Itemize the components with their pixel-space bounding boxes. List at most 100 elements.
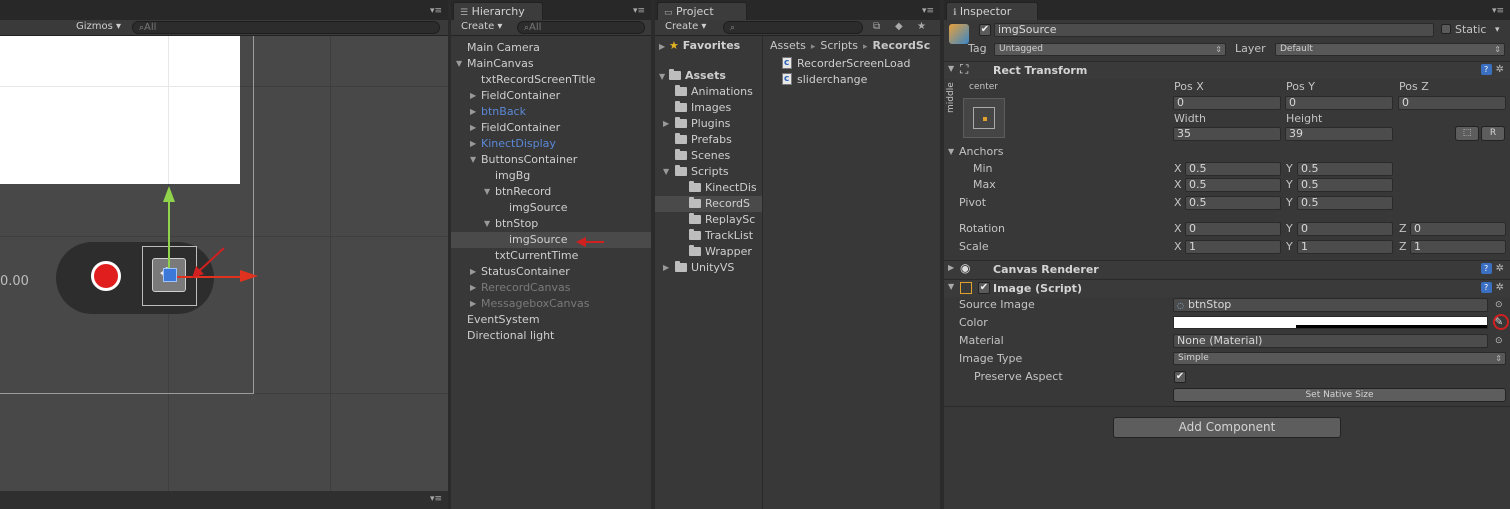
raw-edit-button[interactable]: R <box>1481 126 1505 141</box>
collapse-arrow-icon[interactable]: ▼ <box>484 184 490 200</box>
scale-y-field[interactable]: 1 <box>1297 240 1393 254</box>
height-field[interactable]: 39 <box>1285 127 1393 141</box>
hierarchy-item[interactable]: imgBg <box>451 168 651 184</box>
help-icon[interactable]: ? <box>1480 64 1492 75</box>
tab-inspector[interactable]: ℹ Inspector <box>946 2 1038 20</box>
hierarchy-item[interactable]: ▶ FieldContainer <box>451 120 651 136</box>
hierarchy-item[interactable]: ▼ btnRecord <box>451 184 651 200</box>
project-create-dropdown[interactable]: Create ▾ <box>665 21 706 32</box>
image-enabled-checkbox[interactable]: ✔ <box>978 282 990 294</box>
collapse-arrow-icon[interactable]: ▼ <box>470 152 476 168</box>
collapse-arrow-icon[interactable]: ▼ <box>663 164 669 180</box>
folder-item[interactable]: Animations <box>655 84 762 100</box>
help-icon[interactable]: ? <box>1480 282 1492 293</box>
gear-icon[interactable]: ✲ <box>1496 263 1504 274</box>
hierarchy-item[interactable]: ▶ btnBack <box>451 104 651 120</box>
help-icon[interactable]: ? <box>1480 263 1492 274</box>
hierarchy-item[interactable]: ▶ MessageboxCanvas <box>451 296 651 312</box>
hierarchy-item[interactable]: EventSystem <box>451 312 651 328</box>
pivot-y-field[interactable]: 0.5 <box>1297 196 1393 210</box>
anchor-min-y-field[interactable]: 0.5 <box>1297 162 1393 176</box>
file-item[interactable]: RecorderScreenLoad <box>782 55 911 72</box>
hierarchy-item[interactable]: ▼ ButtonsContainer <box>451 152 651 168</box>
canvas-renderer-header[interactable]: ▶ ◉ Canvas Renderer ? ✲ <box>944 260 1510 278</box>
source-image-field[interactable]: ◌ btnStop <box>1173 298 1488 312</box>
gizmo-y-arrow-icon[interactable] <box>163 186 175 202</box>
anchor-presets-button[interactable] <box>963 98 1005 138</box>
breadcrumb-item[interactable]: RecordSc <box>873 39 931 52</box>
scale-z-field[interactable]: 1 <box>1410 240 1506 254</box>
hierarchy-item[interactable]: imgSource <box>451 232 651 248</box>
hierarchy-item[interactable]: ▶ RerecordCanvas <box>451 280 651 296</box>
scene-viewport[interactable]: ✥ 0.00 <box>0 36 448 491</box>
expand-arrow-icon[interactable]: ▶ <box>663 116 669 132</box>
object-name-field[interactable]: imgSource <box>994 23 1434 37</box>
hierarchy-item[interactable]: txtRecordScreenTitle <box>451 72 651 88</box>
gear-icon[interactable]: ✲ <box>1496 64 1504 75</box>
object-picker-icon[interactable]: ⊙ <box>1495 334 1503 348</box>
hierarchy-item[interactable]: ▼ MainCanvas <box>451 56 651 72</box>
rotation-y-field[interactable]: 0 <box>1297 222 1393 236</box>
assets-row[interactable]: ▼ Assets <box>655 68 762 84</box>
object-picker-icon[interactable]: ⊙ <box>1495 298 1503 312</box>
hierarchy-create-dropdown[interactable]: Create ▾ <box>461 21 502 32</box>
breadcrumb-item[interactable]: Assets <box>770 39 806 52</box>
active-checkbox[interactable]: ✔ <box>979 24 991 36</box>
folder-item[interactable]: KinectDis <box>655 180 762 196</box>
add-component-button[interactable]: Add Component <box>1113 417 1341 438</box>
anchor-max-y-field[interactable]: 0.5 <box>1297 178 1393 192</box>
gizmos-dropdown[interactable]: Gizmos ▾ <box>76 21 121 32</box>
hierarchy-item[interactable]: ▶ StatusContainer <box>451 264 651 280</box>
gear-icon[interactable]: ✲ <box>1496 282 1504 293</box>
width-field[interactable]: 35 <box>1173 127 1281 141</box>
favorites-row[interactable]: ▶ ★ Favorites <box>655 38 762 54</box>
layer-dropdown[interactable]: Default <box>1275 43 1505 56</box>
expand-arrow-icon[interactable]: ▶ <box>470 296 476 312</box>
gizmo-center-handle[interactable] <box>163 268 177 282</box>
filter-label-icon[interactable]: ◆ <box>895 21 903 32</box>
hierarchy-item[interactable]: imgSource <box>451 200 651 216</box>
hierarchy-search-input[interactable]: ⌕All <box>517 21 645 34</box>
preserve-aspect-checkbox[interactable]: ✔ <box>1174 371 1186 383</box>
inspector-panel-menu-icon[interactable]: ▾≡ <box>1492 6 1504 16</box>
color-swatch[interactable] <box>1173 316 1488 329</box>
hierarchy-item[interactable]: ▶ FieldContainer <box>451 88 651 104</box>
project-panel-menu-icon[interactable]: ▾≡ <box>922 6 934 16</box>
image-type-dropdown[interactable]: Simple <box>1173 352 1506 365</box>
filter-type-icon[interactable]: ⧉ <box>873 21 880 32</box>
folder-item[interactable]: Wrapper <box>655 244 762 260</box>
rotation-x-field[interactable]: 0 <box>1185 222 1281 236</box>
expand-arrow-icon[interactable]: ▶ <box>470 264 476 280</box>
static-dropdown-arrow-icon[interactable]: ▾ <box>1495 23 1500 37</box>
pos-y-field[interactable]: 0 <box>1285 96 1393 110</box>
project-search-input[interactable]: ⌕ <box>723 21 863 34</box>
image-script-header[interactable]: ▼ ✔ Image (Script) ? ✲ <box>944 279 1510 297</box>
scene-search-input[interactable]: ⌕All <box>132 21 440 34</box>
hierarchy-item[interactable]: ▶ KinectDisplay <box>451 136 651 152</box>
expand-arrow-icon[interactable]: ▶ <box>470 88 476 104</box>
hierarchy-item[interactable]: ▼ btnStop <box>451 216 651 232</box>
favorite-star-icon[interactable]: ★ <box>917 21 926 32</box>
collapse-arrow-icon[interactable]: ▼ <box>484 216 490 232</box>
folder-item[interactable]: ▶ UnityVS <box>655 260 762 276</box>
set-native-size-button[interactable]: Set Native Size <box>1173 388 1506 402</box>
pos-x-field[interactable]: 0 <box>1173 96 1281 110</box>
rotation-z-field[interactable]: 0 <box>1410 222 1506 236</box>
expand-arrow-icon[interactable]: ▶ <box>470 136 476 152</box>
folder-item[interactable]: ▶ Plugins <box>655 116 762 132</box>
expand-arrow-icon[interactable]: ▶ <box>470 280 476 296</box>
hierarchy-item[interactable]: txtCurrentTime <box>451 248 651 264</box>
folder-item[interactable]: TrackList <box>655 228 762 244</box>
hierarchy-item[interactable]: Main Camera <box>451 40 651 56</box>
folder-item[interactable]: Scenes <box>655 148 762 164</box>
expand-arrow-icon[interactable]: ▶ <box>663 260 669 276</box>
blueprint-mode-button[interactable]: ⬚ <box>1455 126 1479 141</box>
folder-item[interactable]: RecordS <box>655 196 762 212</box>
static-checkbox[interactable] <box>1441 24 1451 34</box>
breadcrumb-item[interactable]: Scripts <box>820 39 858 52</box>
gizmo-x-arrow-icon[interactable] <box>240 270 258 282</box>
folder-item[interactable]: Images <box>655 100 762 116</box>
folder-item[interactable]: ▼ Scripts <box>655 164 762 180</box>
tab-project[interactable]: ▭ Project <box>657 2 747 20</box>
file-item[interactable]: sliderchange <box>782 71 911 88</box>
